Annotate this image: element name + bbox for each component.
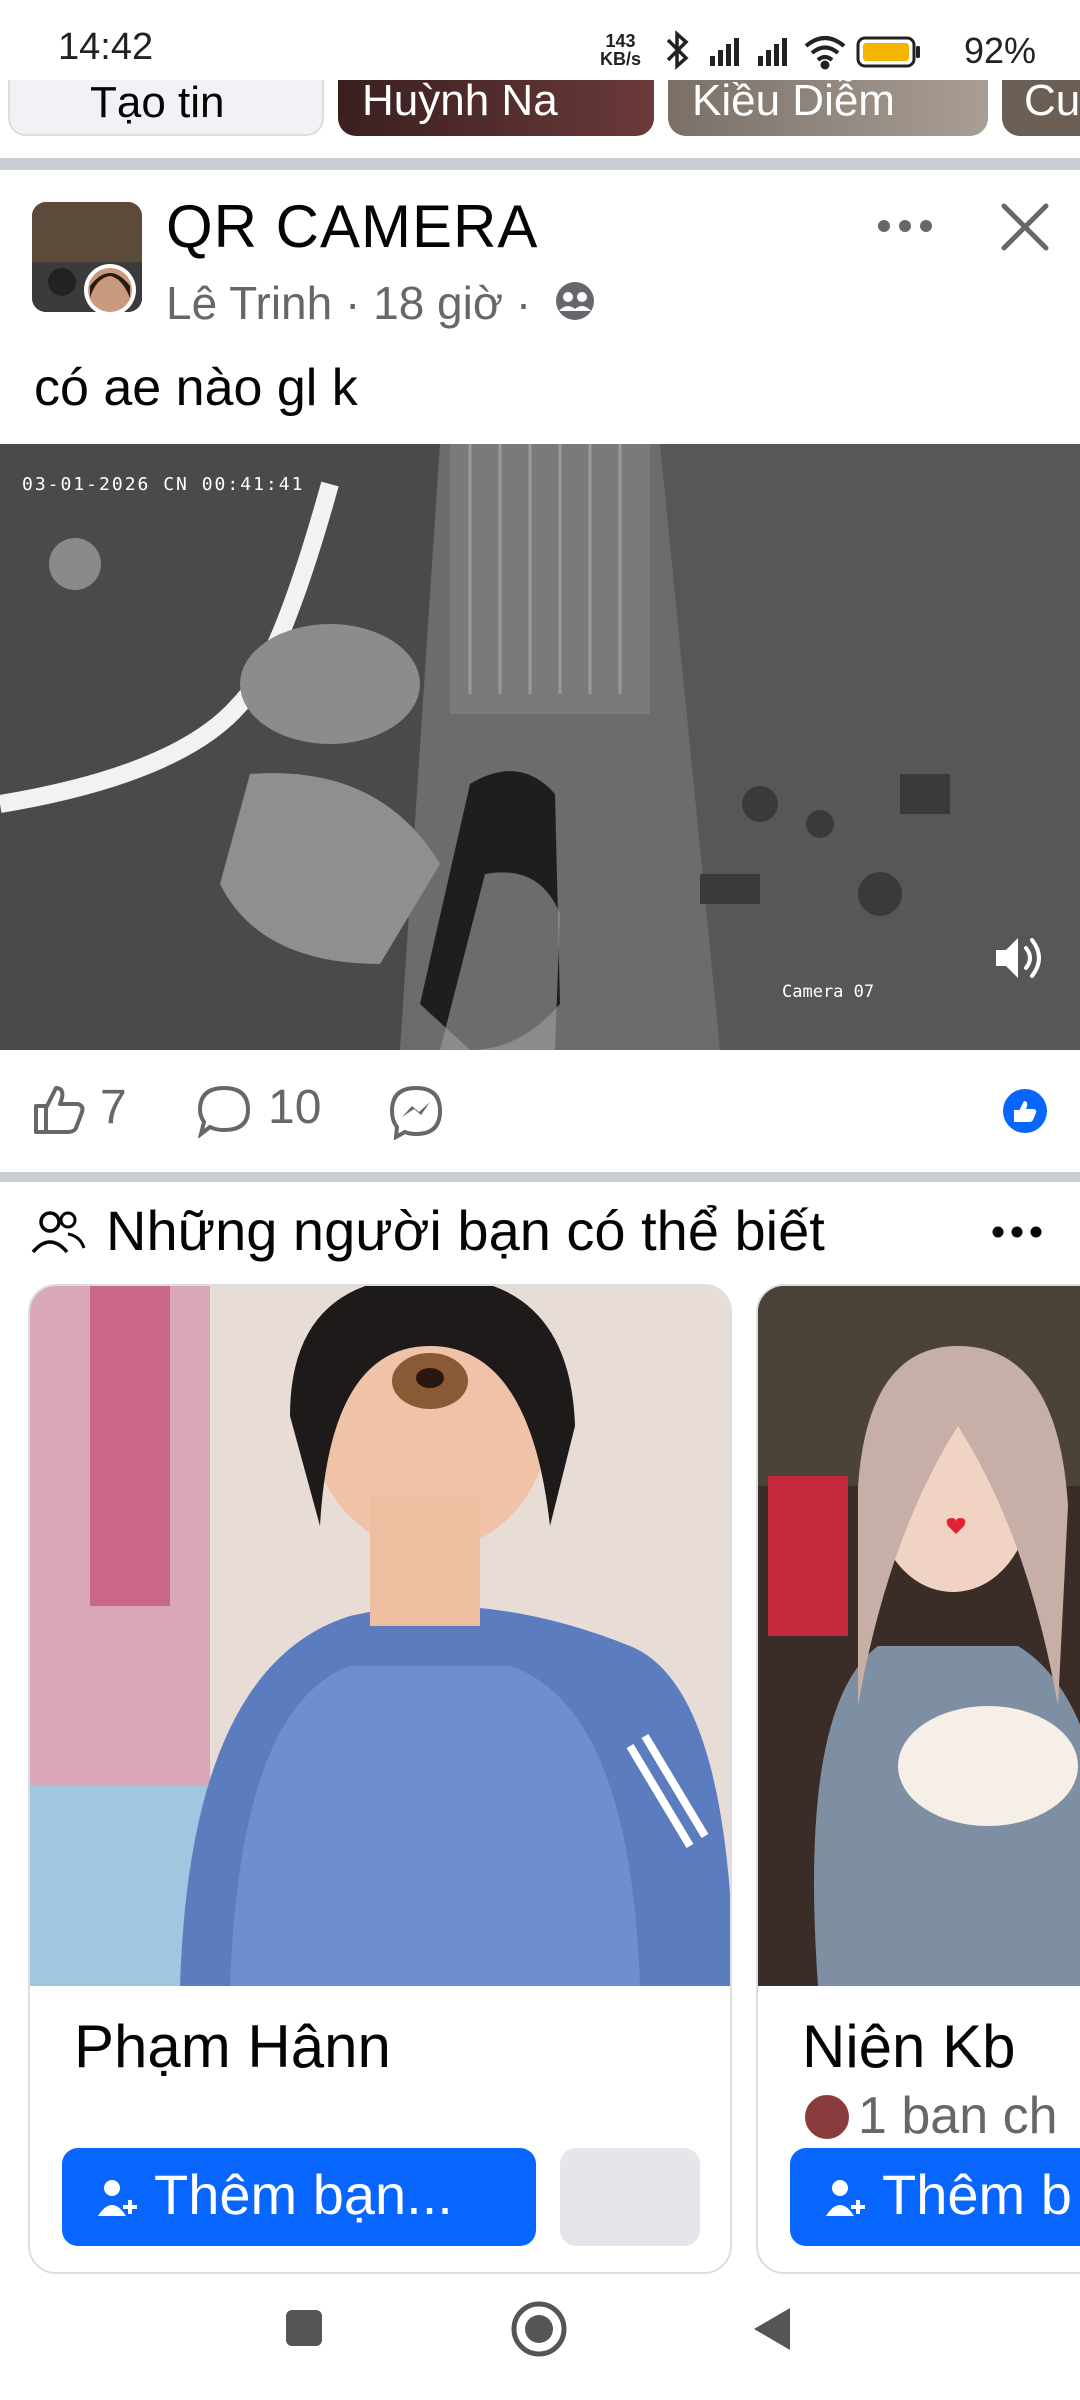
- network-speed: 143 KB/s: [600, 31, 642, 69]
- home-button[interactable]: [510, 2300, 568, 2358]
- status-icons: [662, 30, 962, 70]
- status-bar: 14:42 143 KB/s 92%: [0, 0, 1080, 92]
- create-story-card[interactable]: Tạo tin: [8, 80, 324, 136]
- friend-suggestion-card[interactable]: Niên Kb 1 ban ch Thêm b: [756, 1284, 1080, 2274]
- group-avatar[interactable]: [32, 202, 142, 312]
- post-text: có ae nào gl k: [34, 359, 358, 417]
- close-icon[interactable]: [1000, 202, 1050, 252]
- volume-icon[interactable]: [990, 930, 1046, 986]
- friend-name[interactable]: Phạm Hânn: [74, 2012, 391, 2081]
- post-time[interactable]: 18 giờ: [373, 277, 503, 329]
- video-timestamp: 03-01-2026 CN 00:41:41: [22, 474, 305, 495]
- friends-section-title: Những người bạn có thể biết: [106, 1199, 825, 1262]
- friend-name[interactable]: Niên Kb: [802, 2012, 1015, 2081]
- friend-photo[interactable]: [30, 1286, 730, 1986]
- system-nav-bar: [0, 2278, 1080, 2400]
- stories-strip: Tạo tin Huỳnh Na Kiều Diễm Cu: [0, 80, 1080, 140]
- comment-icon[interactable]: [196, 1084, 252, 1138]
- more-horizontal-icon[interactable]: [876, 216, 934, 236]
- bluetooth-icon: [666, 30, 689, 70]
- person-add-icon: [96, 2178, 140, 2218]
- recents-button[interactable]: [284, 2308, 324, 2348]
- friend-photo[interactable]: [758, 1286, 1080, 1986]
- like-count[interactable]: 7: [100, 1080, 127, 1135]
- comment-count[interactable]: 10: [268, 1080, 321, 1135]
- friends-privacy-icon: [554, 280, 596, 322]
- like-reaction-icon[interactable]: [1002, 1088, 1048, 1134]
- status-time: 14:42: [58, 26, 154, 68]
- story-card[interactable]: Cu: [1002, 80, 1080, 136]
- story-card[interactable]: Kiều Diễm: [668, 80, 988, 136]
- post-meta: Lê Trinh · 18 giờ ·: [166, 277, 532, 329]
- friend-suggestion-card[interactable]: Phạm Hânn Thêm bạn...: [28, 1284, 732, 2274]
- battery-percent: 92%: [964, 30, 1037, 71]
- video-frame: [0, 444, 1080, 1050]
- remove-suggestion-button[interactable]: [560, 2148, 700, 2246]
- story-card[interactable]: Huỳnh Na: [338, 80, 654, 136]
- post-author[interactable]: Lê Trinh: [166, 277, 332, 329]
- add-friend-button[interactable]: Thêm bạn...: [62, 2148, 536, 2246]
- messenger-icon[interactable]: [388, 1084, 444, 1140]
- video-camera-label: Camera 07: [782, 982, 875, 1002]
- add-friend-button[interactable]: Thêm b: [790, 2148, 1080, 2246]
- mutual-friend-avatar: [802, 2092, 852, 2142]
- back-button[interactable]: [752, 2306, 792, 2352]
- like-icon[interactable]: [32, 1082, 86, 1136]
- battery-icon: [856, 36, 920, 68]
- post-video[interactable]: 03-01-2026 CN 00:41:41 Camera 07: [0, 444, 1080, 1050]
- section-divider: [0, 158, 1080, 170]
- signal-icon: [710, 38, 739, 66]
- more-horizontal-icon[interactable]: [990, 1222, 1044, 1242]
- signal-icon-2: [758, 38, 787, 66]
- section-divider: [0, 1172, 1080, 1182]
- mutual-friends-text[interactable]: 1 ban ch: [858, 2086, 1058, 2146]
- wifi-icon: [804, 36, 846, 70]
- post-group-name[interactable]: QR CAMERA: [166, 192, 538, 261]
- people-icon: [30, 1208, 86, 1258]
- person-add-icon: [824, 2178, 868, 2218]
